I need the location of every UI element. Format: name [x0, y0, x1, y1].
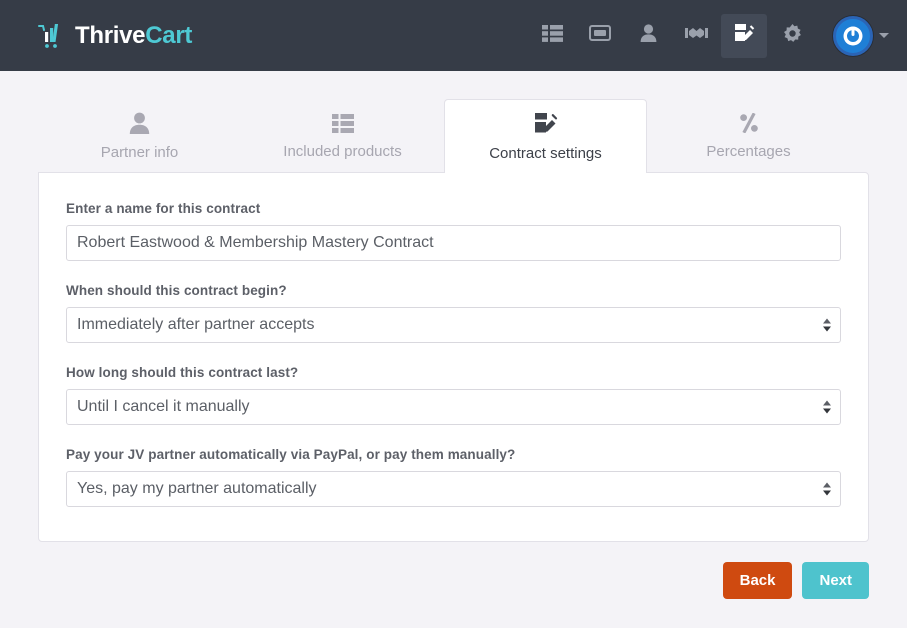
user-avatar[interactable]: [833, 15, 873, 56]
contract-duration-select[interactable]: Until I cancel it manually: [66, 389, 841, 425]
tab-partner-info[interactable]: Partner info: [38, 99, 241, 172]
field-label: Pay your JV partner automatically via Pa…: [66, 447, 516, 462]
person-icon: [129, 112, 150, 138]
nav-affiliates[interactable]: [673, 14, 719, 58]
tab-included-products[interactable]: Included products: [241, 99, 444, 172]
tab-percentages[interactable]: Percentages: [647, 99, 850, 172]
field-label: Enter a name for this contract: [66, 201, 261, 216]
thrivecart-logo[interactable]: ThriveCart: [38, 22, 192, 50]
header-nav: [529, 13, 889, 58]
field-label: When should this contract begin?: [66, 283, 287, 298]
nav-jv-contracts[interactable]: [721, 13, 767, 58]
contract-edit-icon: [534, 112, 558, 139]
wizard-actions: Back Next: [38, 562, 869, 599]
select-value: Immediately after partner accepts: [77, 316, 315, 333]
select-value: Yes, pay my partner automatically: [77, 480, 317, 497]
field-contract-begin: When should this contract begin? Immedia…: [66, 283, 841, 343]
field-contract-duration: How long should this contract last? Unti…: [66, 365, 841, 425]
stepper-arrows-icon: [823, 400, 831, 414]
bar-chart-cart-icon: [38, 23, 66, 49]
contract-settings-card: Enter a name for this contract When shou…: [38, 172, 869, 542]
list-grid-icon: [331, 113, 354, 137]
logo-thrive: Thrive: [75, 21, 146, 49]
stepper-arrows-icon: [823, 318, 831, 332]
chevron-down-icon: [879, 33, 889, 38]
account-menu[interactable]: [833, 15, 889, 56]
field-contract-payment: Pay your JV partner automatically via Pa…: [66, 447, 841, 507]
field-contract-name: Enter a name for this contract: [66, 201, 841, 261]
contract-name-input[interactable]: [66, 225, 841, 261]
tab-contract-settings[interactable]: Contract settings: [444, 99, 647, 173]
products-icon: [541, 24, 563, 47]
tab-label: Partner info: [100, 144, 179, 161]
wizard-tabs: Partner info Included products Contract …: [38, 99, 869, 173]
customers-icon: [640, 24, 657, 47]
percent-icon: [739, 112, 759, 137]
nav-transactions[interactable]: [577, 14, 623, 58]
nav-products[interactable]: [529, 14, 575, 58]
next-button[interactable]: Next: [802, 562, 869, 599]
affiliates-icon: [684, 25, 708, 46]
logo-wordmark: ThriveCart: [75, 22, 192, 50]
nav-settings[interactable]: [769, 14, 815, 58]
stepper-arrows-icon: [823, 482, 831, 496]
contracts-icon: [734, 23, 755, 48]
settings-gear-icon: [783, 23, 802, 48]
select-value: Until I cancel it manually: [77, 398, 250, 415]
tab-label: Percentages: [706, 143, 791, 160]
back-button[interactable]: Back: [722, 562, 793, 599]
contract-payment-select[interactable]: Yes, pay my partner automatically: [66, 471, 841, 507]
app-header: ThriveCart: [0, 0, 907, 71]
field-label: How long should this contract last?: [66, 365, 299, 380]
gravatar-glyph-icon: [843, 26, 863, 45]
tab-label: Included products: [283, 142, 402, 160]
tab-label: Contract settings: [489, 144, 602, 162]
page-body: Partner info Included products Contract …: [0, 99, 907, 599]
cards-icon: [589, 25, 611, 46]
logo-cart: Cart: [145, 21, 193, 49]
contract-begin-select[interactable]: Immediately after partner accepts: [66, 307, 841, 343]
nav-customers[interactable]: [625, 14, 671, 58]
